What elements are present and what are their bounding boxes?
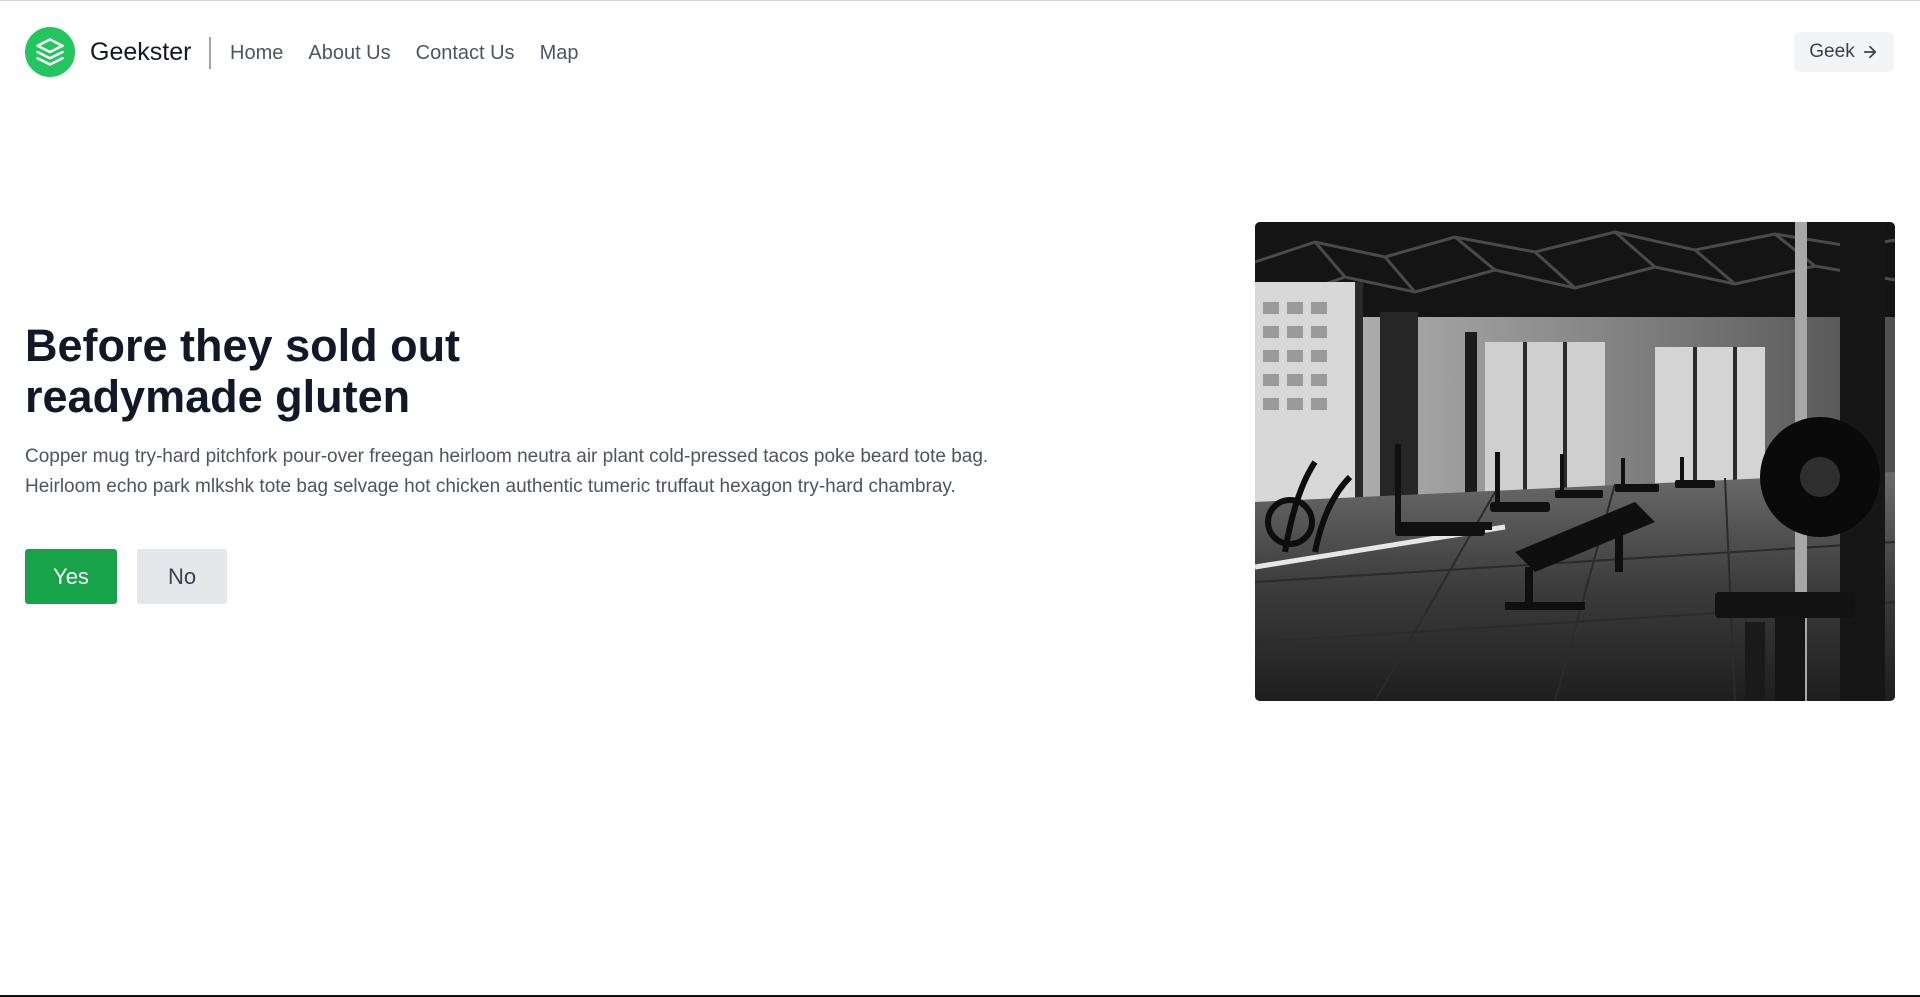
nav-link-contact-us[interactable]: Contact Us <box>416 39 515 67</box>
nav-link-about-us[interactable]: About Us <box>308 39 390 67</box>
logo[interactable] <box>25 27 75 77</box>
brand-name[interactable]: Geekster <box>90 37 191 67</box>
hero-title-line: readymade gluten <box>25 371 411 422</box>
geek-button[interactable]: Geek <box>1794 32 1894 72</box>
arrow-right-icon <box>1863 45 1876 59</box>
hero-description: Copper mug try-hard pitchfork pour-over … <box>25 442 1105 502</box>
hero-description-line: Copper mug try-hard pitchfork pour-over … <box>25 446 989 467</box>
hero-title: Before they sold out readymade gluten <box>25 320 625 422</box>
hero-title-line: Before they sold out <box>25 320 461 371</box>
gym-photo-illustration <box>1255 222 1895 701</box>
stack-layers-icon <box>36 38 64 66</box>
hero-description-line: Heirloom echo park mlkshk tote bag selva… <box>25 476 956 497</box>
nav-link-home[interactable]: Home <box>230 39 283 67</box>
page: Geekster Home About Us Contact Us Map Ge… <box>0 0 1920 997</box>
brand-divider <box>209 37 211 69</box>
nav-link-map[interactable]: Map <box>540 39 579 67</box>
main-nav: Home About Us Contact Us Map <box>230 39 578 67</box>
gym-photo <box>1255 222 1895 701</box>
geek-button-label: Geek <box>1809 41 1855 62</box>
no-button[interactable]: No <box>137 549 227 604</box>
site-header: Geekster Home About Us Contact Us Map Ge… <box>0 1 1920 103</box>
yes-button[interactable]: Yes <box>25 549 117 604</box>
